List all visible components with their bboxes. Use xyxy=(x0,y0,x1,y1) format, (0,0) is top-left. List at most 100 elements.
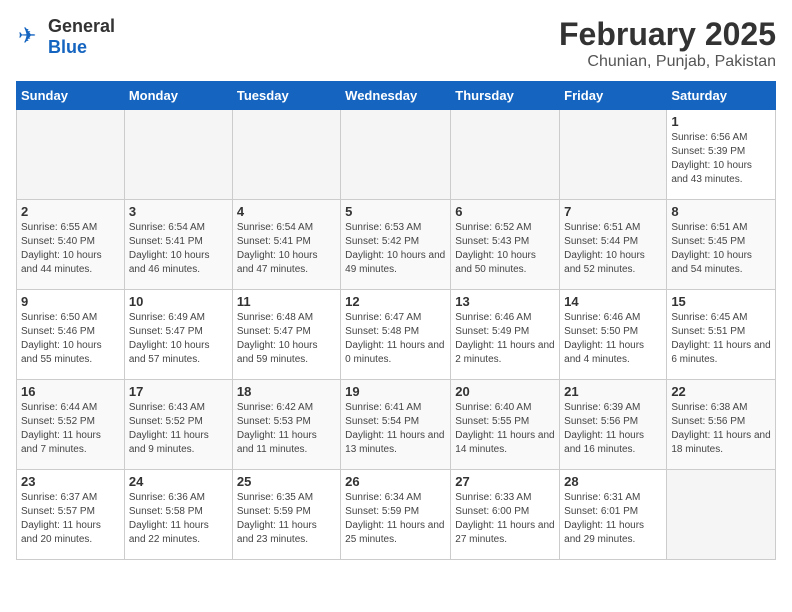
col-header-sunday: Sunday xyxy=(17,82,125,110)
calendar-cell xyxy=(667,470,776,560)
day-number: 7 xyxy=(564,204,662,219)
calendar-week-4: 16 Sunrise: 6:44 AM Sunset: 5:52 PM Dayli… xyxy=(17,380,776,470)
calendar-cell: 16 Sunrise: 6:44 AM Sunset: 5:52 PM Dayli… xyxy=(17,380,125,470)
day-number: 13 xyxy=(455,294,555,309)
day-info: Sunrise: 6:31 AM Sunset: 6:01 PM Dayligh… xyxy=(564,491,662,547)
day-info: Sunrise: 6:42 AM Sunset: 5:53 PM Dayligh… xyxy=(237,401,336,457)
logo-icon: ✈ xyxy=(16,23,44,51)
page-header: ✈ General Blue February 2025 Chunian, Pu… xyxy=(16,16,776,71)
calendar-cell: 15Sunrise: 6:45 AM Sunset: 5:51 PM Dayli… xyxy=(667,290,776,380)
calendar-cell xyxy=(17,110,125,200)
day-number: 14 xyxy=(564,294,662,309)
calendar-cell: 17 Sunrise: 6:43 AM Sunset: 5:52 PM Dayli… xyxy=(124,380,232,470)
calendar-cell: 11 Sunrise: 6:48 AM Sunset: 5:47 PM Dayli… xyxy=(232,290,340,380)
day-number: 3 xyxy=(129,204,228,219)
day-info: Sunrise: 6:50 AM Sunset: 5:46 PM Dayligh… xyxy=(21,311,120,367)
day-info: Sunrise: 6:54 AM Sunset: 5:41 PM Dayligh… xyxy=(237,221,336,277)
day-info: Sunrise: 6:52 AM Sunset: 5:43 PM Dayligh… xyxy=(455,221,555,277)
calendar-cell: 27 Sunrise: 6:33 AM Sunset: 6:00 PM Dayli… xyxy=(451,470,560,560)
logo-text-blue: Blue xyxy=(48,37,87,57)
col-header-saturday: Saturday xyxy=(667,82,776,110)
calendar-cell: 19 Sunrise: 6:41 AM Sunset: 5:54 PM Dayli… xyxy=(341,380,451,470)
day-info: Sunrise: 6:49 AM Sunset: 5:47 PM Dayligh… xyxy=(129,311,228,367)
day-info: Sunrise: 6:46 AM Sunset: 5:49 PM Dayligh… xyxy=(455,311,555,367)
day-info: Sunrise: 6:48 AM Sunset: 5:47 PM Dayligh… xyxy=(237,311,336,367)
calendar-cell xyxy=(451,110,560,200)
day-number: 12 xyxy=(345,294,446,309)
calendar-cell: 22 Sunrise: 6:38 AM Sunset: 5:56 PM Dayli… xyxy=(667,380,776,470)
month-year: February 2025 xyxy=(559,16,776,53)
day-number: 24 xyxy=(129,474,228,489)
day-info: Sunrise: 6:51 AM Sunset: 5:44 PM Dayligh… xyxy=(564,221,662,277)
calendar-cell: 9 Sunrise: 6:50 AM Sunset: 5:46 PM Daylig… xyxy=(17,290,125,380)
day-number: 23 xyxy=(21,474,120,489)
col-header-tuesday: Tuesday xyxy=(232,82,340,110)
calendar-week-2: 2 Sunrise: 6:55 AM Sunset: 5:40 PM Daylig… xyxy=(17,200,776,290)
calendar-header-row: SundayMondayTuesdayWednesdayThursdayFrid… xyxy=(17,82,776,110)
col-header-thursday: Thursday xyxy=(451,82,560,110)
day-number: 20 xyxy=(455,384,555,399)
calendar-cell xyxy=(341,110,451,200)
day-number: 22 xyxy=(671,384,771,399)
calendar-cell: 3 Sunrise: 6:54 AM Sunset: 5:41 PM Daylig… xyxy=(124,200,232,290)
day-number: 11 xyxy=(237,294,336,309)
calendar-week-1: 1 Sunrise: 6:56 AM Sunset: 5:39 PM Daylig… xyxy=(17,110,776,200)
day-number: 21 xyxy=(564,384,662,399)
day-number: 5 xyxy=(345,204,446,219)
logo-text-general: General xyxy=(48,16,115,36)
calendar-cell xyxy=(560,110,667,200)
col-header-friday: Friday xyxy=(560,82,667,110)
day-number: 18 xyxy=(237,384,336,399)
day-info: Sunrise: 6:33 AM Sunset: 6:00 PM Dayligh… xyxy=(455,491,555,547)
day-number: 1 xyxy=(671,114,771,129)
day-info: Sunrise: 6:46 AM Sunset: 5:50 PM Dayligh… xyxy=(564,311,662,367)
day-number: 26 xyxy=(345,474,446,489)
day-number: 28 xyxy=(564,474,662,489)
calendar-cell: 26 Sunrise: 6:34 AM Sunset: 5:59 PM Dayli… xyxy=(341,470,451,560)
calendar-cell: 8Sunrise: 6:51 AM Sunset: 5:45 PM Daylig… xyxy=(667,200,776,290)
day-number: 4 xyxy=(237,204,336,219)
col-header-monday: Monday xyxy=(124,82,232,110)
calendar-table: SundayMondayTuesdayWednesdayThursdayFrid… xyxy=(16,81,776,560)
day-info: Sunrise: 6:47 AM Sunset: 5:48 PM Dayligh… xyxy=(345,311,446,367)
svg-text:✈: ✈ xyxy=(18,23,36,48)
day-number: 19 xyxy=(345,384,446,399)
day-info: Sunrise: 6:45 AM Sunset: 5:51 PM Dayligh… xyxy=(671,311,771,367)
calendar-cell: 6Sunrise: 6:52 AM Sunset: 5:43 PM Daylig… xyxy=(451,200,560,290)
day-info: Sunrise: 6:37 AM Sunset: 5:57 PM Dayligh… xyxy=(21,491,120,547)
day-info: Sunrise: 6:43 AM Sunset: 5:52 PM Dayligh… xyxy=(129,401,228,457)
day-info: Sunrise: 6:44 AM Sunset: 5:52 PM Dayligh… xyxy=(21,401,120,457)
day-info: Sunrise: 6:35 AM Sunset: 5:59 PM Dayligh… xyxy=(237,491,336,547)
calendar-cell: 5Sunrise: 6:53 AM Sunset: 5:42 PM Daylig… xyxy=(341,200,451,290)
day-number: 2 xyxy=(21,204,120,219)
calendar-cell: 7 Sunrise: 6:51 AM Sunset: 5:44 PM Daylig… xyxy=(560,200,667,290)
calendar-cell: 1 Sunrise: 6:56 AM Sunset: 5:39 PM Daylig… xyxy=(667,110,776,200)
day-number: 10 xyxy=(129,294,228,309)
calendar-cell: 10 Sunrise: 6:49 AM Sunset: 5:47 PM Dayli… xyxy=(124,290,232,380)
col-header-wednesday: Wednesday xyxy=(341,82,451,110)
location: Chunian, Punjab, Pakistan xyxy=(559,53,776,71)
calendar-cell: 20 Sunrise: 6:40 AM Sunset: 5:55 PM Dayli… xyxy=(451,380,560,470)
day-number: 25 xyxy=(237,474,336,489)
day-info: Sunrise: 6:55 AM Sunset: 5:40 PM Dayligh… xyxy=(21,221,120,277)
day-info: Sunrise: 6:34 AM Sunset: 5:59 PM Dayligh… xyxy=(345,491,446,547)
logo: ✈ General Blue xyxy=(16,16,115,58)
calendar-cell: 28 Sunrise: 6:31 AM Sunset: 6:01 PM Dayli… xyxy=(560,470,667,560)
day-info: Sunrise: 6:56 AM Sunset: 5:39 PM Dayligh… xyxy=(671,131,771,187)
day-number: 9 xyxy=(21,294,120,309)
calendar-week-3: 9 Sunrise: 6:50 AM Sunset: 5:46 PM Daylig… xyxy=(17,290,776,380)
day-info: Sunrise: 6:38 AM Sunset: 5:56 PM Dayligh… xyxy=(671,401,771,457)
calendar-cell: 2 Sunrise: 6:55 AM Sunset: 5:40 PM Daylig… xyxy=(17,200,125,290)
day-info: Sunrise: 6:40 AM Sunset: 5:55 PM Dayligh… xyxy=(455,401,555,457)
day-number: 16 xyxy=(21,384,120,399)
day-info: Sunrise: 6:54 AM Sunset: 5:41 PM Dayligh… xyxy=(129,221,228,277)
day-number: 27 xyxy=(455,474,555,489)
title-block: February 2025 Chunian, Punjab, Pakistan xyxy=(559,16,776,71)
day-number: 17 xyxy=(129,384,228,399)
day-info: Sunrise: 6:41 AM Sunset: 5:54 PM Dayligh… xyxy=(345,401,446,457)
calendar-cell xyxy=(232,110,340,200)
calendar-cell: 25 Sunrise: 6:35 AM Sunset: 5:59 PM Dayli… xyxy=(232,470,340,560)
calendar-cell: 13 Sunrise: 6:46 AM Sunset: 5:49 PM Dayli… xyxy=(451,290,560,380)
calendar-cell: 18 Sunrise: 6:42 AM Sunset: 5:53 PM Dayli… xyxy=(232,380,340,470)
day-info: Sunrise: 6:36 AM Sunset: 5:58 PM Dayligh… xyxy=(129,491,228,547)
